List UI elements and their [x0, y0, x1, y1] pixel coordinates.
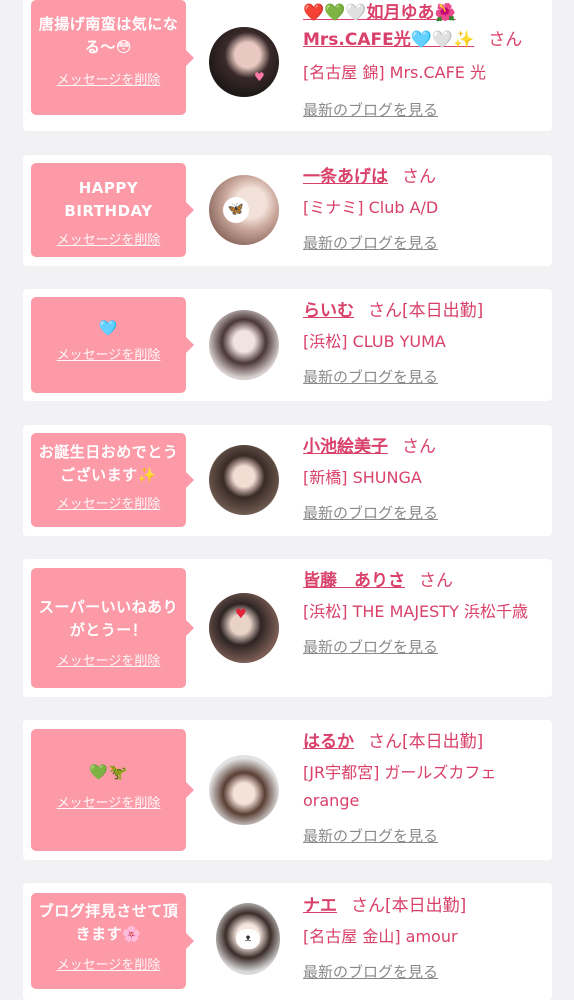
- message-bubble: 🩵 メッセージを削除: [31, 297, 194, 393]
- message-card: お誕生日おめでとうございます✨ メッセージを削除 小池絵美子 さん [新橋] SH…: [23, 425, 552, 536]
- message-text: 唐揚げ南蛮は気になる〜😳: [38, 15, 179, 56]
- avatar[interactable]: ♥: [209, 593, 279, 663]
- avatar[interactable]: [209, 755, 279, 825]
- message-bubble: スーパーいいねありがとうー！ メッセージを削除: [31, 568, 194, 688]
- cast-name-link[interactable]: ❤️💚🤍如月ゆあ🌺Mrs.CAFE光🩵🤍✨: [303, 3, 474, 50]
- message-bubble: ブログ拝見させて頂きます🌸 メッセージを削除: [31, 893, 194, 989]
- avatar[interactable]: [209, 445, 279, 515]
- shop-name: [浜松] THE MAJESTY 浜松千歳: [303, 602, 528, 621]
- name-line: らいむ さん[本日出勤]: [303, 299, 540, 323]
- honorific: さん: [402, 437, 436, 457]
- avatar[interactable]: [209, 310, 279, 380]
- shop-name: [ミナミ] Club A/D: [303, 198, 439, 217]
- delete-message-link[interactable]: メッセージを削除: [37, 229, 180, 248]
- profile-info: らいむ さん[本日出勤] [浜松] CLUB YUMA 最新のブログを見る: [303, 299, 540, 387]
- view-blog-link[interactable]: 最新のブログを見る: [303, 366, 438, 387]
- message-text: お誕生日おめでとうございます✨: [38, 443, 179, 484]
- cast-name-link[interactable]: らいむ: [303, 301, 354, 321]
- delete-message-link[interactable]: メッセージを削除: [37, 344, 180, 363]
- shop-name: [名古屋 錦] Mrs.CAFE 光: [303, 63, 486, 82]
- heart-icon: ♥: [235, 607, 247, 622]
- status-badge: [本日出勤]: [402, 301, 484, 321]
- message-text: 🩵: [98, 319, 119, 337]
- profile-info: ❤️💚🤍如月ゆあ🌺Mrs.CAFE光🩵🤍✨ さん [名古屋 錦] Mrs.CAFE…: [303, 0, 540, 120]
- name-line: はるか さん[本日出勤]: [303, 730, 540, 754]
- name-line: 小池絵美子 さん: [303, 435, 540, 459]
- message-card: 💚🦖 メッセージを削除 はるか さん[本日出勤] [JR宇都宮] ガールズカフェo…: [23, 720, 552, 860]
- profile-info: 皆藤 ありさ さん [浜松] THE MAJESTY 浜松千歳 最新のブログを見る: [303, 569, 540, 657]
- message-card: ブログ拝見させて頂きます🌸 メッセージを削除 ᴥ ナエ さん[本日出勤] [名古屋…: [23, 883, 552, 1000]
- delete-message-link[interactable]: メッセージを削除: [37, 792, 180, 811]
- cast-name-link[interactable]: ナエ: [303, 896, 337, 916]
- butterfly-icon: 🦋: [223, 197, 249, 223]
- honorific: さん: [368, 301, 402, 321]
- honorific: さん: [351, 896, 385, 916]
- cast-name-link[interactable]: 皆藤 ありさ: [303, 571, 405, 591]
- name-line: ナエ さん[本日出勤]: [303, 894, 540, 918]
- honorific: さん: [419, 571, 453, 591]
- cat-sticker-icon: ᴥ: [236, 929, 260, 949]
- heart-icon: ♥: [254, 70, 265, 84]
- delete-message-link[interactable]: メッセージを削除: [37, 69, 180, 88]
- honorific: さん: [402, 167, 436, 187]
- profile-info: 一条あげは さん [ミナミ] Club A/D 最新のブログを見る: [303, 165, 540, 253]
- message-card: スーパーいいねありがとうー！ メッセージを削除 ♥ 皆藤 ありさ さん [浜松] …: [23, 559, 552, 697]
- message-bubble: HAPPY BIRTHDAY メッセージを削除: [31, 163, 194, 257]
- view-blog-link[interactable]: 最新のブログを見る: [303, 99, 438, 120]
- view-blog-link[interactable]: 最新のブログを見る: [303, 961, 438, 982]
- honorific: さん: [488, 30, 523, 50]
- avatar[interactable]: ♥: [209, 27, 279, 97]
- honorific: さん: [368, 732, 402, 752]
- view-blog-link[interactable]: 最新のブログを見る: [303, 232, 438, 253]
- name-line: 皆藤 ありさ さん: [303, 569, 540, 593]
- view-blog-link[interactable]: 最新のブログを見る: [303, 825, 438, 846]
- cast-name-link[interactable]: 小池絵美子: [303, 437, 388, 457]
- message-text: スーパーいいねありがとうー！: [38, 598, 179, 639]
- message-text: ブログ拝見させて頂きます🌸: [38, 902, 179, 943]
- message-bubble: お誕生日おめでとうございます✨ メッセージを削除: [31, 433, 194, 527]
- shop-name: [新橋] SHUNGA: [303, 468, 422, 487]
- delete-message-link[interactable]: メッセージを削除: [37, 954, 180, 973]
- message-card: HAPPY BIRTHDAY メッセージを削除 🦋 一条あげは さん [ミナミ] …: [23, 155, 552, 266]
- avatar[interactable]: ᴥ: [216, 903, 280, 975]
- view-blog-link[interactable]: 最新のブログを見る: [303, 636, 438, 657]
- message-bubble: 唐揚げ南蛮は気になる〜😳 メッセージを削除: [31, 0, 194, 115]
- cast-name-link[interactable]: 一条あげは: [303, 167, 388, 187]
- delete-message-link[interactable]: メッセージを削除: [37, 650, 180, 669]
- view-blog-link[interactable]: 最新のブログを見る: [303, 502, 438, 523]
- status-badge: [本日出勤]: [402, 732, 484, 752]
- message-text: 💚🦖: [89, 763, 128, 781]
- message-card: 唐揚げ南蛮は気になる〜😳 メッセージを削除 ♥ ❤️💚🤍如月ゆあ🌺Mrs.CAF…: [23, 0, 552, 131]
- message-bubble: 💚🦖 メッセージを削除: [31, 729, 194, 851]
- profile-info: はるか さん[本日出勤] [JR宇都宮] ガールズカフェorange 最新のブログ…: [303, 730, 540, 846]
- shop-name: [名古屋 金山] amour: [303, 927, 458, 946]
- name-line: ❤️💚🤍如月ゆあ🌺Mrs.CAFE光🩵🤍✨ さん: [303, 0, 540, 54]
- delete-message-link[interactable]: メッセージを削除: [37, 493, 180, 512]
- cast-name-link[interactable]: はるか: [303, 732, 354, 752]
- shop-name: [JR宇都宮] ガールズカフェorange: [303, 763, 497, 810]
- name-line: 一条あげは さん: [303, 165, 540, 189]
- shop-name: [浜松] CLUB YUMA: [303, 332, 446, 351]
- message-card: 🩵 メッセージを削除 らいむ さん[本日出勤] [浜松] CLUB YUMA 最新…: [23, 289, 552, 401]
- avatar[interactable]: 🦋: [209, 175, 279, 245]
- profile-info: ナエ さん[本日出勤] [名古屋 金山] amour 最新のブログを見る: [303, 894, 540, 982]
- message-text: HAPPY BIRTHDAY: [64, 179, 153, 220]
- status-badge: [本日出勤]: [385, 896, 467, 916]
- profile-info: 小池絵美子 さん [新橋] SHUNGA 最新のブログを見る: [303, 435, 540, 523]
